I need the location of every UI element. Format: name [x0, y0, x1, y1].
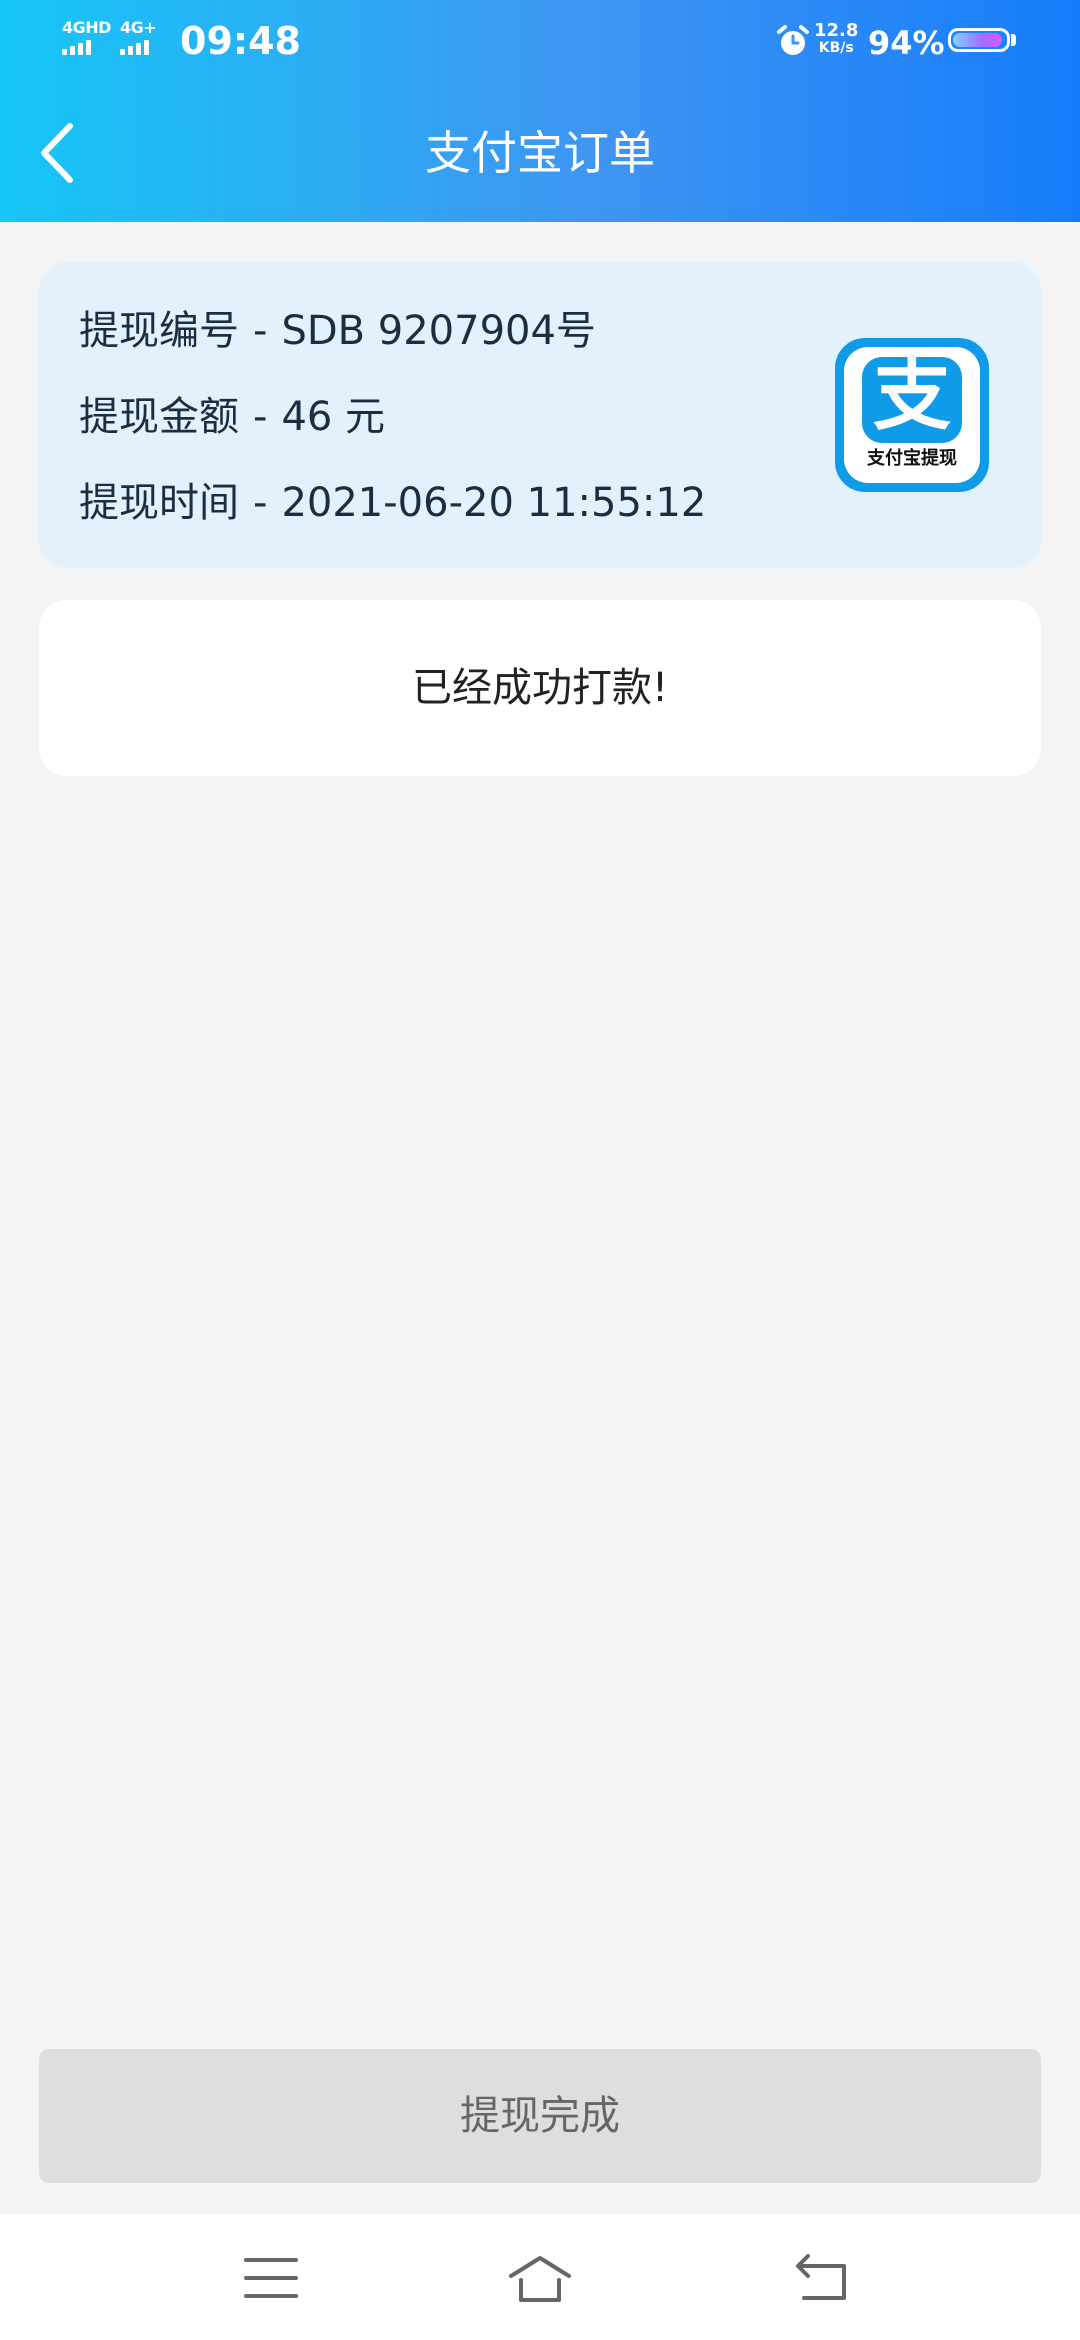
signal-bars-icon [120, 40, 149, 55]
withdraw-done-button[interactable]: 提现完成 [39, 2049, 1041, 2183]
withdraw-amount-row: 提现金额 -46 元 [79, 392, 385, 442]
battery-tip [1011, 34, 1016, 46]
network-indicator-2: 4G+ [120, 18, 157, 55]
alipay-logo-char: 支 [872, 351, 951, 441]
withdraw-amount-label: 提现金额 [79, 394, 239, 440]
separator: - [253, 480, 268, 526]
payment-status-message: 已经成功打款! [411, 665, 669, 711]
app-header: 4GHD 4G+ 09:48 12.8 KB/s 94% 支付宝订单 [0, 0, 1080, 222]
alipay-logo-caption: 支付宝提现 [867, 448, 957, 469]
network-speed-value: 12.8 [814, 20, 859, 41]
withdraw-time-label: 提现时间 [79, 480, 239, 526]
page-title: 支付宝订单 [425, 126, 655, 180]
separator: - [253, 308, 268, 354]
network-label-2: 4G+ [120, 18, 157, 37]
network-label-1: 4GHD [62, 18, 111, 37]
status-bar: 4GHD 4G+ 09:48 12.8 KB/s 94% [0, 0, 1080, 84]
signal-bars-icon [62, 40, 91, 55]
withdraw-time-value: 2021-06-20 11:55:12 [281, 480, 707, 526]
withdraw-id-label: 提现编号 [79, 308, 239, 354]
back-icon[interactable] [790, 2250, 856, 2306]
system-nav-bar [0, 2214, 1080, 2340]
network-speed: 12.8 KB/s [814, 20, 859, 57]
battery-icon [948, 28, 1010, 52]
withdraw-amount-value: 46 元 [281, 394, 386, 440]
battery-percent: 94% [868, 24, 945, 62]
alipay-logo: 支 支付宝提现 [835, 338, 989, 492]
withdraw-time-row: 提现时间 -2021-06-20 11:55:12 [79, 478, 706, 528]
home-icon[interactable] [507, 2250, 573, 2306]
withdraw-id-row: 提现编号 - SDB 9207904号 [79, 306, 596, 356]
network-indicator-1: 4GHD [62, 20, 111, 55]
payment-status-card: 已经成功打款! [39, 600, 1041, 776]
menu-icon[interactable] [238, 2250, 304, 2306]
separator: - [253, 394, 268, 440]
alarm-clock-icon [777, 25, 809, 55]
withdraw-id-value: SDB 9207904号 [281, 308, 596, 354]
network-speed-unit: KB/s [818, 40, 854, 56]
status-time: 09:48 [180, 19, 301, 63]
order-info-card: 提现编号 - SDB 9207904号 提现金额 -46 元 提现时间 -2021-06… [39, 262, 1041, 568]
battery-fill [953, 33, 1002, 47]
